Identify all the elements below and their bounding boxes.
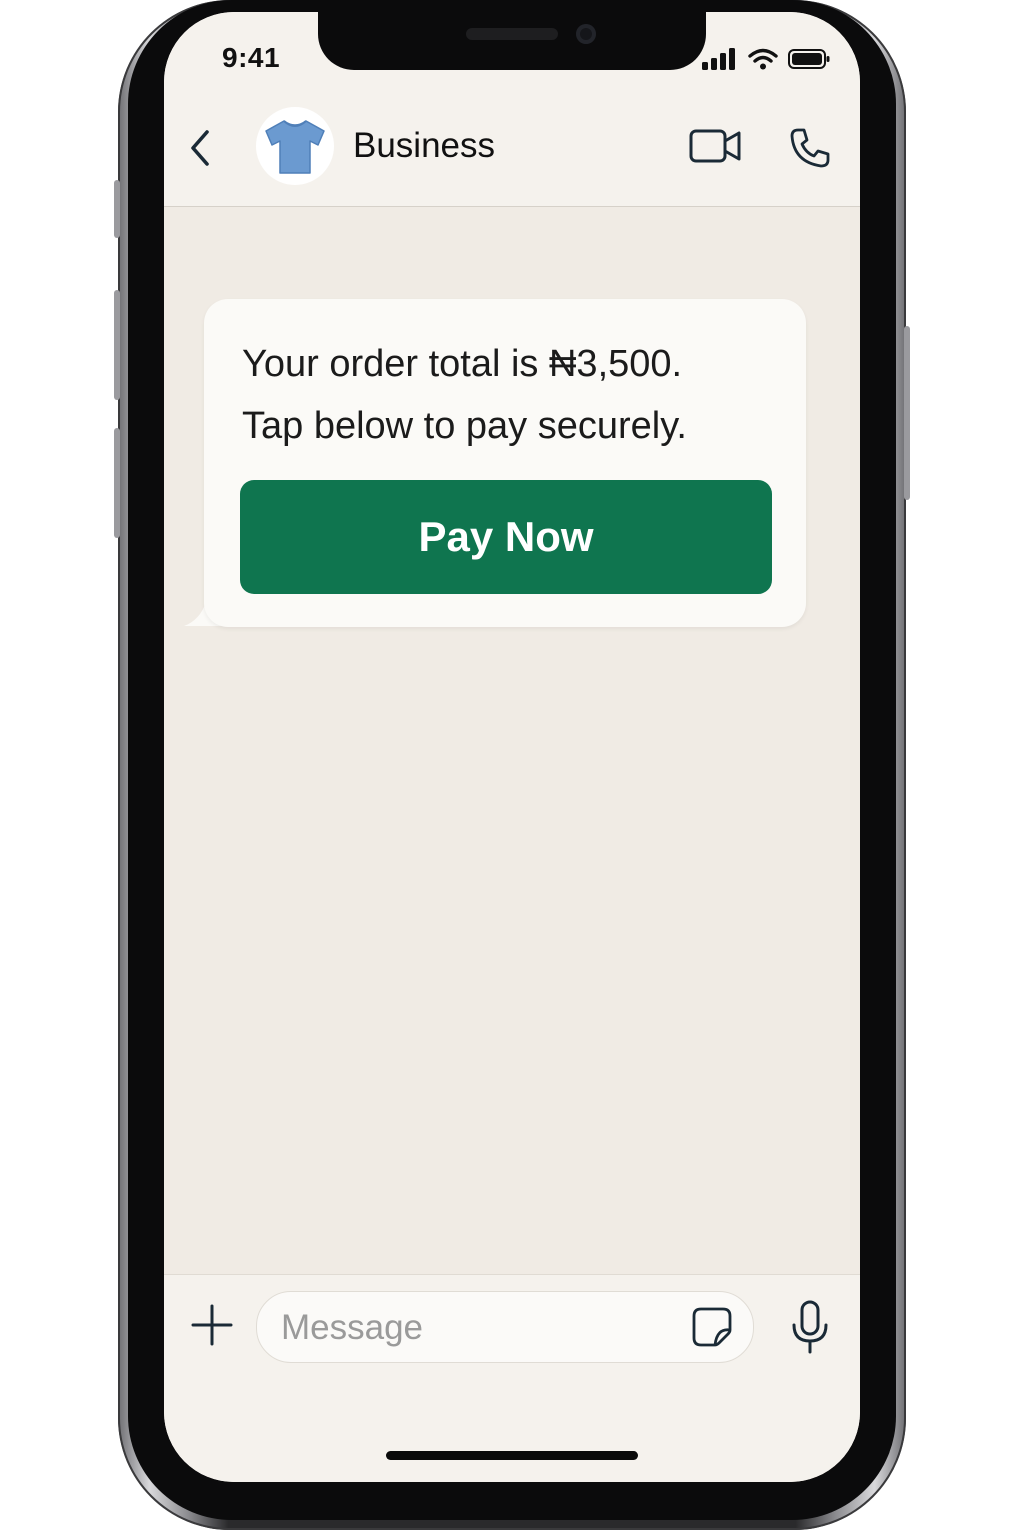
- tshirt-icon: [265, 120, 325, 174]
- video-camera-icon: [689, 129, 741, 163]
- cellular-signal-icon: [702, 48, 735, 70]
- pay-now-button[interactable]: Pay Now: [240, 480, 772, 594]
- message-composer: [164, 1274, 860, 1482]
- volume-up-button: [114, 290, 120, 400]
- message-input-container: [256, 1291, 754, 1363]
- attach-button[interactable]: [190, 1303, 234, 1347]
- status-icons: [702, 48, 830, 70]
- sticker-button[interactable]: [691, 1306, 733, 1348]
- sticker-icon: [692, 1307, 732, 1347]
- message-input[interactable]: [279, 1302, 663, 1354]
- message-text: Your order total is ₦3,500. Tap below to…: [242, 333, 782, 457]
- message-line-instruction: Tap below to pay securely.: [242, 405, 687, 447]
- voice-call-button[interactable]: [788, 126, 832, 170]
- back-chevron-icon: [191, 130, 209, 166]
- phone-icon: [790, 128, 830, 168]
- voice-message-button[interactable]: [788, 1299, 832, 1355]
- status-time: 9:41: [222, 42, 281, 73]
- contact-name[interactable]: Business: [353, 126, 495, 166]
- message-bubble: Your order total is ₦3,500. Tap below to…: [204, 299, 806, 627]
- silent-switch: [114, 180, 120, 238]
- screen: 9:41 Business Your order total is ₦3,500…: [164, 12, 860, 1482]
- earpiece-speaker: [466, 28, 558, 40]
- video-call-button[interactable]: [688, 126, 744, 166]
- microphone-icon: [792, 1300, 828, 1354]
- avatar[interactable]: [256, 107, 334, 185]
- back-button[interactable]: [180, 128, 220, 168]
- wifi-icon: [748, 48, 778, 70]
- power-button: [904, 326, 910, 500]
- plus-icon: [191, 1304, 233, 1346]
- battery-icon: [788, 49, 830, 69]
- home-indicator[interactable]: [386, 1451, 638, 1460]
- front-camera: [576, 24, 596, 44]
- volume-down-button: [114, 428, 120, 538]
- message-line-total: Your order total is ₦3,500.: [242, 343, 683, 385]
- phone-mockup: 9:41 Business Your order total is ₦3,500…: [0, 0, 1024, 1536]
